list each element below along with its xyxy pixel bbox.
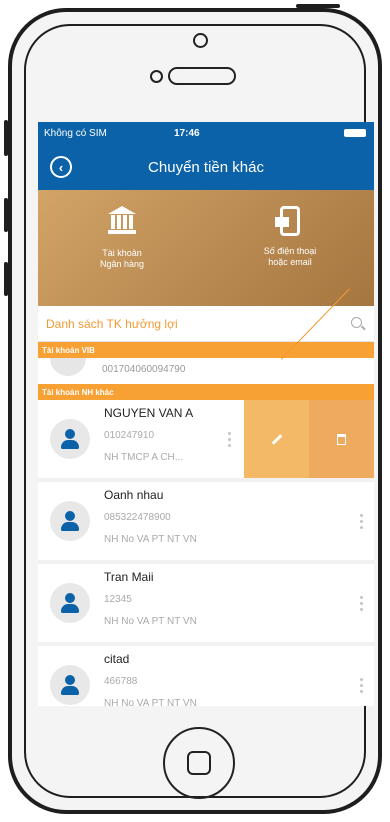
- pencil-icon: [271, 433, 282, 445]
- sensor: [150, 70, 163, 83]
- beneficiary-account: 466788: [104, 676, 138, 687]
- mute-switch: [4, 120, 8, 156]
- option-bank-label: Tài khoản Ngân hàng: [100, 248, 144, 270]
- list-item[interactable]: Oanh nhau 085322478900 NH No VA PT NT VN: [38, 482, 374, 560]
- option-phone-line2: hoặc email: [268, 257, 312, 267]
- user-icon: [50, 501, 90, 541]
- account-number: 001704060094790: [102, 364, 186, 375]
- list-item[interactable]: 001704060094790: [38, 358, 374, 384]
- user-icon: [50, 665, 90, 705]
- nav-bar: ‹ Chuyển tiền khác: [38, 144, 374, 190]
- earpiece-speaker: [168, 67, 236, 85]
- list-item[interactable]: citad 466788 NH No VA PT NT VN: [38, 646, 374, 706]
- front-camera: [193, 33, 208, 48]
- search-icon[interactable]: [351, 317, 362, 328]
- list-item[interactable]: Tran Maii 12345 NH No VA PT NT VN: [38, 564, 374, 642]
- beneficiary-bank: NH TMCP A CH...: [104, 452, 184, 463]
- clock: 17:46: [174, 127, 200, 139]
- section-header-other: Tài khoản NH khác: [38, 384, 374, 400]
- battery-icon: [344, 129, 366, 137]
- delete-button[interactable]: [309, 400, 374, 478]
- user-icon: [50, 419, 90, 459]
- beneficiary-account: 085322478900: [104, 512, 171, 523]
- option-bank-line1: Tài khoản: [102, 248, 142, 258]
- beneficiary-list: NGUYEN VAN A 010247910 NH TMCP A CH... O…: [38, 400, 374, 706]
- status-bar: Không có SIM 17:46: [38, 122, 374, 144]
- beneficiary-bank: NH No VA PT NT VN: [104, 616, 197, 627]
- home-square-icon: [187, 751, 211, 775]
- beneficiary-account: 010247910: [104, 430, 155, 441]
- option-phone-label: Số điện thoại hoặc email: [264, 246, 317, 268]
- volume-down-button: [4, 262, 8, 296]
- carrier-label: Không có SIM: [44, 127, 107, 139]
- more-vertical-icon[interactable]: [228, 432, 232, 450]
- home-button[interactable]: [163, 727, 235, 799]
- beneficiary-name: NGUYEN VAN A: [104, 406, 194, 420]
- trash-icon: [337, 433, 346, 445]
- option-bank-account[interactable]: Tài khoản Ngân hàng: [38, 190, 206, 306]
- bank-icon: [108, 206, 136, 234]
- section-header-vib: Tài khoản VIB: [38, 342, 374, 358]
- page-title: Chuyển tiền khác: [148, 158, 264, 176]
- option-bank-line2: Ngân hàng: [99, 259, 145, 269]
- transfer-options-banner: Tài khoản Ngân hàng Số điện thoại hoặc e…: [38, 190, 374, 306]
- more-vertical-icon[interactable]: [360, 678, 364, 696]
- swipe-actions: [244, 400, 374, 478]
- power-button: [296, 4, 340, 8]
- search-label: Danh sách TK hưởng lợi: [46, 316, 178, 331]
- beneficiary-bank: NH No VA PT NT VN: [104, 534, 197, 545]
- phone-email-icon: [275, 206, 300, 236]
- user-icon: [50, 583, 90, 623]
- app-screen: Không có SIM 17:46 ‹ Chuyển tiền khác Tà…: [38, 122, 374, 706]
- avatar: [50, 358, 86, 376]
- option-phone-line1: Số điện thoại: [263, 246, 317, 256]
- more-vertical-icon[interactable]: [360, 596, 364, 614]
- more-vertical-icon[interactable]: [360, 514, 364, 532]
- edit-button[interactable]: [244, 400, 309, 478]
- beneficiary-name: Tran Maii: [104, 570, 154, 584]
- beneficiary-account: 12345: [104, 594, 132, 605]
- list-item[interactable]: NGUYEN VAN A 010247910 NH TMCP A CH...: [38, 400, 374, 478]
- beneficiary-search[interactable]: Danh sách TK hưởng lợi: [38, 306, 374, 342]
- volume-up-button: [4, 198, 8, 232]
- beneficiary-name: citad: [104, 652, 130, 666]
- beneficiary-bank: NH No VA PT NT VN: [104, 698, 197, 706]
- beneficiary-name: Oanh nhau: [104, 488, 164, 502]
- back-button[interactable]: ‹: [50, 156, 72, 178]
